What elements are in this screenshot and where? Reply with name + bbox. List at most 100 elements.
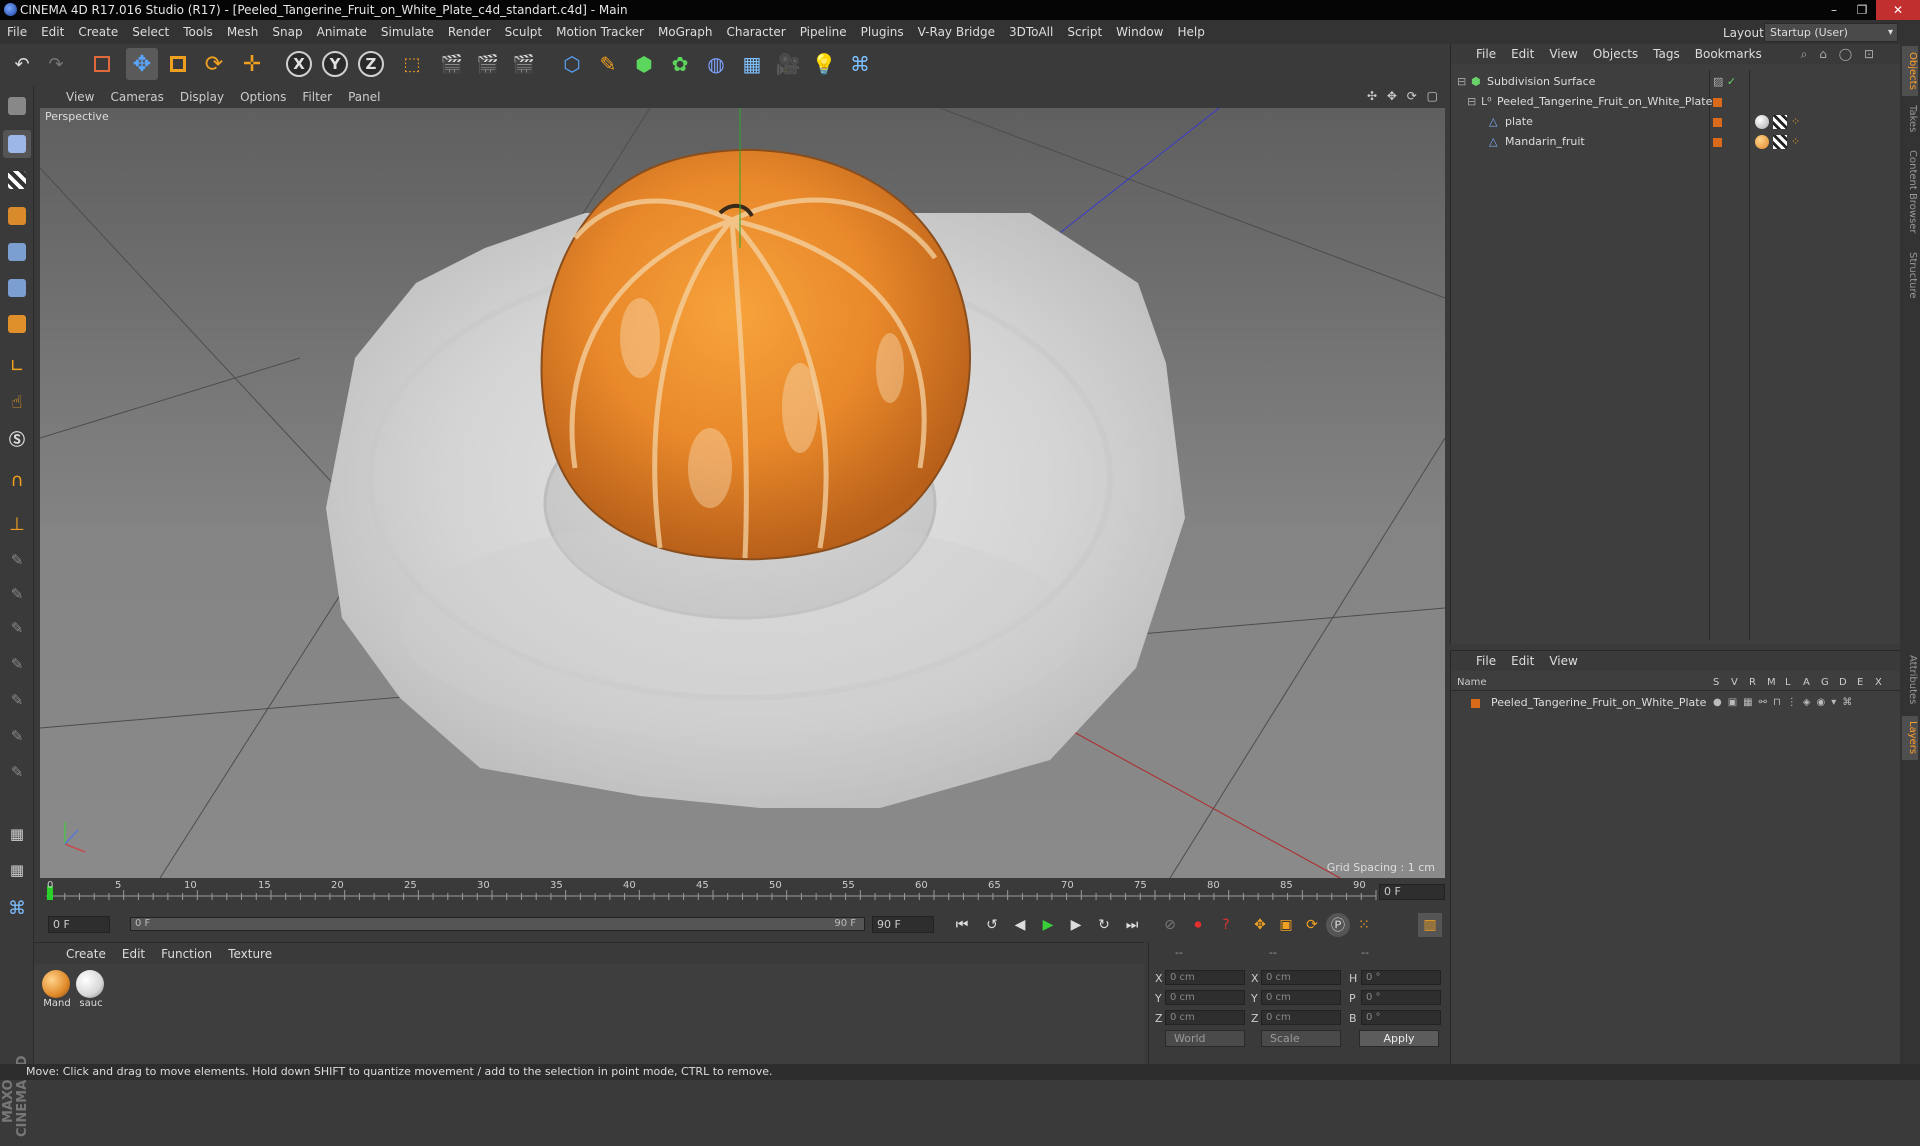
menu-vray-bridge[interactable]: V-Ray Bridge <box>911 20 1002 44</box>
end-frame-field[interactable]: 90 F <box>872 916 934 933</box>
brush-tool-2-icon[interactable]: ✎ <box>3 580 31 608</box>
material-tags[interactable]: ⁘ <box>1755 132 1800 152</box>
layer-color-swatch[interactable] <box>1713 132 1722 152</box>
workplane-icon[interactable] <box>3 202 31 230</box>
viewport-menu-options[interactable]: Options <box>240 90 286 104</box>
brush-tool-1-icon[interactable]: ✎ <box>3 546 31 574</box>
layer-color-swatch[interactable] <box>1713 92 1722 112</box>
menu-help[interactable]: Help <box>1170 20 1211 44</box>
layer-color-swatch[interactable] <box>1471 693 1480 713</box>
live-selection-icon[interactable] <box>86 48 118 80</box>
camera-icon[interactable]: 🎥 <box>772 48 804 80</box>
viewport-menu-filter[interactable]: Filter <box>302 90 332 104</box>
render-view-icon[interactable]: 🎬 <box>436 48 468 80</box>
brush-tool-6-icon[interactable]: ✎ <box>3 722 31 750</box>
objects-menu-objects[interactable]: Objects <box>1593 47 1638 61</box>
layer-row[interactable]: Peeled_Tangerine_Fruit_on_White_Plate ●▣… <box>1451 693 1901 713</box>
objects-menu-tags[interactable]: Tags <box>1653 47 1680 61</box>
go-to-end-icon[interactable]: ⏭ <box>1120 913 1144 937</box>
menu-script[interactable]: Script <box>1060 20 1109 44</box>
layers-menu-file[interactable]: File <box>1476 654 1496 668</box>
menu-sculpt[interactable]: Sculpt <box>498 20 549 44</box>
next-frame-icon[interactable]: ▶ <box>1064 913 1088 937</box>
object-manager-search-icon[interactable]: ⌕ ⌂ ◯ ⊡ <box>1801 47 1878 62</box>
move-tool-icon[interactable]: ✥ <box>126 48 158 80</box>
timeline-ruler[interactable]: 0 5 10 15 20 25 30 35 40 45 50 55 60 65 … <box>34 878 1449 908</box>
rotation-b-field[interactable]: 0 ° <box>1361 1010 1441 1025</box>
menu-mograph[interactable]: MoGraph <box>651 20 720 44</box>
material-menu-texture[interactable]: Texture <box>228 947 272 961</box>
objects-menu-bookmarks[interactable]: Bookmarks <box>1695 47 1762 61</box>
layers-menu-view[interactable]: View <box>1549 654 1577 668</box>
key-rotation-icon[interactable]: ⟳ <box>1300 913 1324 937</box>
material-tag-icon[interactable] <box>1755 135 1769 149</box>
start-frame-field[interactable]: 0 F <box>48 916 110 933</box>
render-picture-viewer-icon[interactable]: 🎬 <box>472 48 504 80</box>
polygons-mode-icon[interactable] <box>3 310 31 338</box>
array-icon[interactable]: ✿ <box>664 48 696 80</box>
go-to-start-icon[interactable]: ⏮ <box>950 913 974 937</box>
python-icon[interactable]: ⌘ <box>844 48 876 80</box>
maximize-button[interactable]: ❐ <box>1848 0 1876 20</box>
objects-menu-file[interactable]: File <box>1476 47 1496 61</box>
scale-tool-icon[interactable] <box>162 48 194 80</box>
close-button[interactable]: ✕ <box>1876 0 1920 20</box>
perspective-viewport[interactable]: Perspective Grid Spacing : 1 cm <box>40 108 1445 878</box>
position-x-field[interactable]: 0 cm <box>1165 970 1245 985</box>
key-position-icon[interactable]: ✥ <box>1248 913 1272 937</box>
position-y-field[interactable]: 0 cm <box>1165 990 1245 1005</box>
floor-icon[interactable]: ▦ <box>736 48 768 80</box>
layer-color-swatch[interactable] <box>1713 112 1722 132</box>
tab-content-browser[interactable]: Content Browser <box>1902 142 1918 242</box>
subdivision-surface-icon[interactable]: ⬢ <box>628 48 660 80</box>
world-coordinates-icon[interactable]: ⬚ <box>396 48 428 80</box>
preview-range-slider[interactable]: 0 F 90 F <box>130 917 865 931</box>
menu-snap[interactable]: Snap <box>265 20 309 44</box>
object-row[interactable]: △ plate ⁘ <box>1451 112 1901 132</box>
menu-character[interactable]: Character <box>719 20 792 44</box>
material-menu-create[interactable]: Create <box>66 947 106 961</box>
redo-icon[interactable]: ↷ <box>40 48 72 80</box>
make-editable-icon[interactable] <box>3 92 31 120</box>
play-forward-icon[interactable]: ▶ <box>1036 913 1060 937</box>
magnet-icon[interactable]: ∩ <box>3 466 31 494</box>
previous-frame-icon[interactable]: ◀ <box>1008 913 1032 937</box>
brush-tool-4-icon[interactable]: ✎ <box>3 650 31 678</box>
phong-tag-icon[interactable]: ⁘ <box>1791 112 1800 132</box>
menu-tools[interactable]: Tools <box>176 20 220 44</box>
visibility-toggle-icon[interactable]: ▨ ✓ <box>1713 72 1736 92</box>
next-key-icon[interactable]: ↻ <box>1092 913 1116 937</box>
python-script-icon[interactable]: ⌘ <box>3 894 31 922</box>
menu-motion-tracker[interactable]: Motion Tracker <box>549 20 651 44</box>
cube-object-icon[interactable]: ⬡ <box>556 48 588 80</box>
collapse-icon[interactable]: ⊟ <box>1467 92 1476 112</box>
tab-layers[interactable]: Layers <box>1902 716 1918 760</box>
viewport-menu-panel[interactable]: Panel <box>348 90 380 104</box>
viewport-menu-cameras[interactable]: Cameras <box>110 90 163 104</box>
key-pla-icon[interactable]: ⁙ <box>1352 913 1376 937</box>
viewport-menu-display[interactable]: Display <box>180 90 224 104</box>
tab-takes[interactable]: Takes <box>1902 102 1918 136</box>
deformer-icon[interactable]: ◍ <box>700 48 732 80</box>
layers-menu-edit[interactable]: Edit <box>1511 654 1534 668</box>
rotate-tool-icon[interactable]: ⟳ <box>198 48 230 80</box>
tab-attributes[interactable]: Attributes <box>1902 650 1918 710</box>
key-scale-icon[interactable]: ▣ <box>1274 913 1298 937</box>
size-x-field[interactable]: 0 cm <box>1261 970 1341 985</box>
material-tag-icon[interactable] <box>1755 115 1769 129</box>
brush-tool-5-icon[interactable]: ✎ <box>3 686 31 714</box>
z-axis-lock-icon[interactable]: Z <box>358 51 384 77</box>
tab-structure[interactable]: Structure <box>1902 248 1918 302</box>
coordinate-system-dropdown[interactable]: World <box>1165 1030 1245 1047</box>
position-z-field[interactable]: 0 cm <box>1165 1010 1245 1025</box>
material-tags[interactable]: ⁘ <box>1755 112 1800 132</box>
menu-render[interactable]: Render <box>441 20 498 44</box>
record-keys-icon[interactable]: ⊘ <box>1158 913 1182 937</box>
brush-tool-7-icon[interactable]: ✎ <box>3 758 31 786</box>
object-row[interactable]: ⊟ ⬢ Subdivision Surface ▨ ✓ <box>1451 72 1901 92</box>
object-row[interactable]: ⊟ L⁰ Peeled_Tangerine_Fruit_on_White_Pla… <box>1451 92 1901 112</box>
phong-tag-icon[interactable]: ⁘ <box>1791 132 1800 152</box>
object-row[interactable]: △ Mandarin_fruit ⁘ <box>1451 132 1901 152</box>
brush-tool-3-icon[interactable]: ✎ <box>3 614 31 642</box>
menu-animate[interactable]: Animate <box>310 20 374 44</box>
